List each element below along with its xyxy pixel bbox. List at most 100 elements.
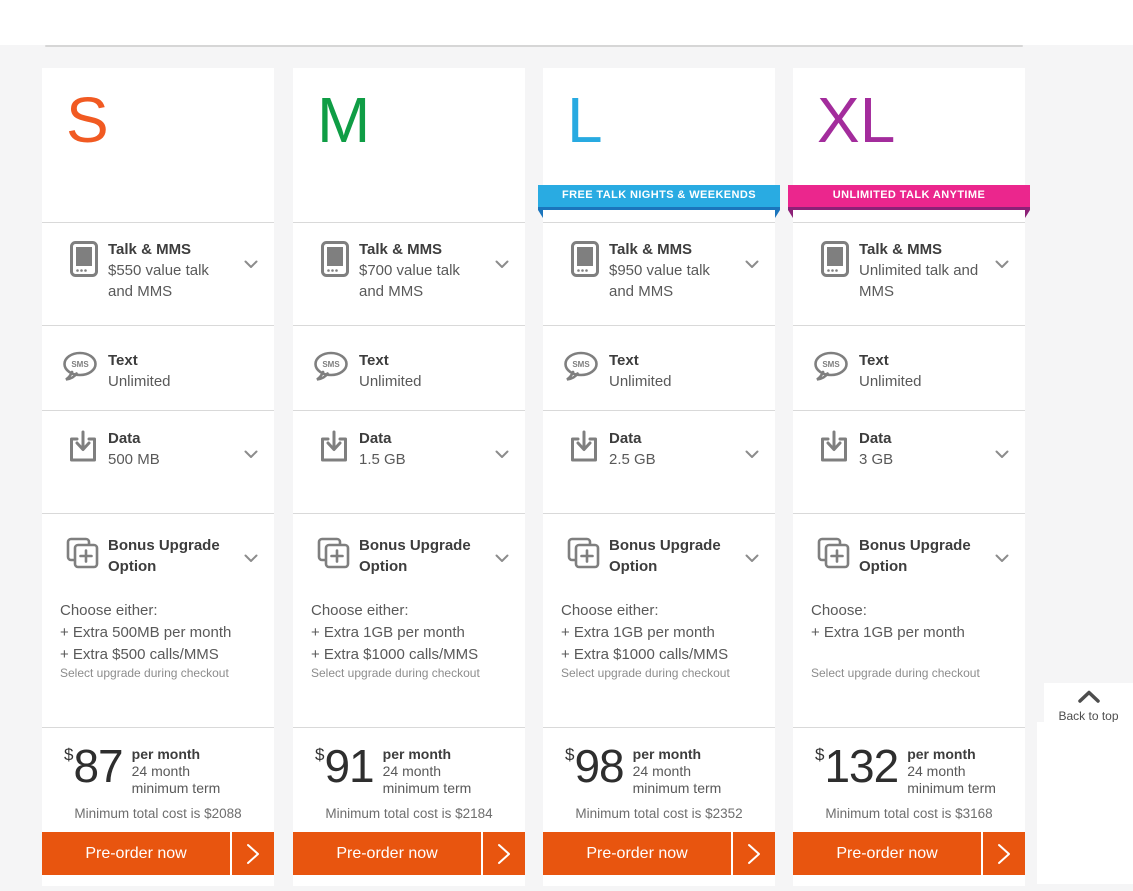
chevron-down-icon[interactable] — [745, 550, 759, 568]
bonus-option: + Extra $500 calls/MMS — [60, 644, 265, 666]
currency-symbol: $ — [815, 745, 824, 797]
chevron-down-icon[interactable] — [995, 256, 1009, 274]
currency-symbol: $ — [315, 745, 324, 797]
data-title: Data — [108, 428, 234, 449]
talk-detail: $550 value talk and MMS — [108, 260, 234, 302]
bonus-title: Bonus Upgrade Option — [108, 535, 228, 577]
bonus-title: Bonus Upgrade Option — [359, 535, 479, 577]
feature-row-data[interactable]: Data 500 MB — [42, 410, 274, 513]
bonus-choose-label: Choose either: — [561, 600, 766, 622]
data-detail: 3 GB — [859, 449, 985, 470]
preorder-button[interactable]: Pre-order now — [793, 832, 1025, 875]
bonus-title: Bonus Upgrade Option — [859, 535, 979, 577]
chevron-down-icon[interactable] — [495, 256, 509, 274]
feature-row-text: SMS Text Unlimited — [793, 325, 1025, 410]
bonus-option: + Extra 1GB per month — [311, 622, 516, 644]
chevron-up-icon — [1077, 690, 1101, 703]
currency-symbol: $ — [64, 745, 73, 797]
feature-row-talk[interactable]: Talk & MMS Unlimited talk and MMS — [793, 222, 1025, 325]
price-section: $ 132 per month 24 month minimum term Mi… — [793, 727, 1025, 886]
data-title: Data — [859, 428, 985, 449]
text-detail: Unlimited — [609, 371, 735, 392]
bonus-upgrade-section[interactable]: Bonus Upgrade Option Choose either: + Ex… — [543, 513, 775, 727]
text-detail: Unlimited — [859, 371, 985, 392]
data-title: Data — [609, 428, 735, 449]
term-line: minimum term — [132, 780, 221, 797]
bonus-option: + Extra 1GB per month — [561, 622, 766, 644]
chevron-right-icon[interactable] — [731, 832, 775, 875]
bonus-title: Bonus Upgrade Option — [609, 535, 729, 577]
bonus-upgrade-section[interactable]: Bonus Upgrade Option Choose: + Extra 1GB… — [793, 513, 1025, 727]
data-detail: 2.5 GB — [609, 449, 735, 470]
download-icon — [818, 430, 850, 469]
feature-row-talk[interactable]: Talk & MMS $550 value talk and MMS — [42, 222, 274, 325]
feature-row-text: SMS Text Unlimited — [42, 325, 274, 410]
feature-row-data[interactable]: Data 2.5 GB — [543, 410, 775, 513]
ribbon-banner: FREE TALK NIGHTS & WEEKENDS — [538, 185, 780, 210]
term-line: 24 month — [383, 763, 472, 780]
svg-text:SMS: SMS — [822, 360, 840, 369]
price-amount: 132 — [824, 743, 898, 797]
download-icon — [318, 430, 350, 469]
chevron-down-icon[interactable] — [745, 256, 759, 274]
min-total-cost: Minimum total cost is $2088 — [42, 806, 274, 821]
talk-title: Talk & MMS — [859, 239, 985, 260]
phone-icon — [571, 241, 599, 282]
per-month-label: per month — [383, 746, 472, 763]
feature-row-text: SMS Text Unlimited — [543, 325, 775, 410]
chevron-right-icon[interactable] — [481, 832, 525, 875]
chevron-down-icon[interactable] — [244, 446, 258, 464]
min-total-cost: Minimum total cost is $2352 — [543, 806, 775, 821]
text-detail: Unlimited — [359, 371, 485, 392]
bonus-choose-label: Choose: — [811, 600, 1016, 622]
bonus-upgrade-section[interactable]: Bonus Upgrade Option Choose either: + Ex… — [42, 513, 274, 727]
phone-icon — [321, 241, 349, 282]
copy-plus-icon — [817, 537, 851, 574]
sms-icon: SMS — [563, 351, 599, 386]
svg-text:SMS: SMS — [572, 360, 590, 369]
bonus-note: Select upgrade during checkout — [60, 666, 229, 680]
term-line: 24 month — [907, 763, 996, 780]
feature-row-data[interactable]: Data 3 GB — [793, 410, 1025, 513]
bonus-choose-label: Choose either: — [311, 600, 516, 622]
chevron-down-icon[interactable] — [745, 446, 759, 464]
copy-plus-icon — [66, 537, 100, 574]
svg-text:SMS: SMS — [71, 360, 89, 369]
feature-row-talk[interactable]: Talk & MMS $950 value talk and MMS — [543, 222, 775, 325]
plan-card-s: S Talk & MMS $550 value talk and MMS SMS… — [42, 68, 274, 886]
download-icon — [67, 430, 99, 469]
preorder-button[interactable]: Pre-order now — [293, 832, 525, 875]
phone-icon — [821, 241, 849, 282]
chevron-down-icon[interactable] — [995, 446, 1009, 464]
data-detail: 1.5 GB — [359, 449, 485, 470]
price-amount: 98 — [574, 743, 623, 797]
plan-card-l: L FREE TALK NIGHTS & WEEKENDS Talk & MMS… — [543, 68, 775, 886]
sms-icon: SMS — [62, 351, 98, 386]
sms-icon: SMS — [313, 351, 349, 386]
feature-row-talk[interactable]: Talk & MMS $700 value talk and MMS — [293, 222, 525, 325]
term-line: 24 month — [132, 763, 221, 780]
text-detail: Unlimited — [108, 371, 234, 392]
text-title: Text — [359, 350, 485, 371]
text-title: Text — [609, 350, 735, 371]
chevron-down-icon[interactable] — [495, 446, 509, 464]
chevron-down-icon[interactable] — [495, 550, 509, 568]
feature-row-data[interactable]: Data 1.5 GB — [293, 410, 525, 513]
plan-letter: M — [317, 88, 370, 152]
chevron-down-icon[interactable] — [244, 256, 258, 274]
chevron-right-icon[interactable] — [230, 832, 274, 875]
bonus-note: Select upgrade during checkout — [561, 666, 730, 680]
ribbon-banner: UNLIMITED TALK ANYTIME — [788, 185, 1030, 210]
preorder-button[interactable]: Pre-order now — [543, 832, 775, 875]
bonus-upgrade-section[interactable]: Bonus Upgrade Option Choose either: + Ex… — [293, 513, 525, 727]
plan-card-xl: XL UNLIMITED TALK ANYTIME Talk & MMS Unl… — [793, 68, 1025, 886]
preorder-button[interactable]: Pre-order now — [42, 832, 274, 875]
preorder-button-label: Pre-order now — [293, 832, 481, 875]
per-month-label: per month — [132, 746, 221, 763]
data-title: Data — [359, 428, 485, 449]
term-line: minimum term — [907, 780, 996, 797]
chevron-down-icon[interactable] — [995, 550, 1009, 568]
feature-row-text: SMS Text Unlimited — [293, 325, 525, 410]
chevron-down-icon[interactable] — [244, 550, 258, 568]
chevron-right-icon[interactable] — [981, 832, 1025, 875]
